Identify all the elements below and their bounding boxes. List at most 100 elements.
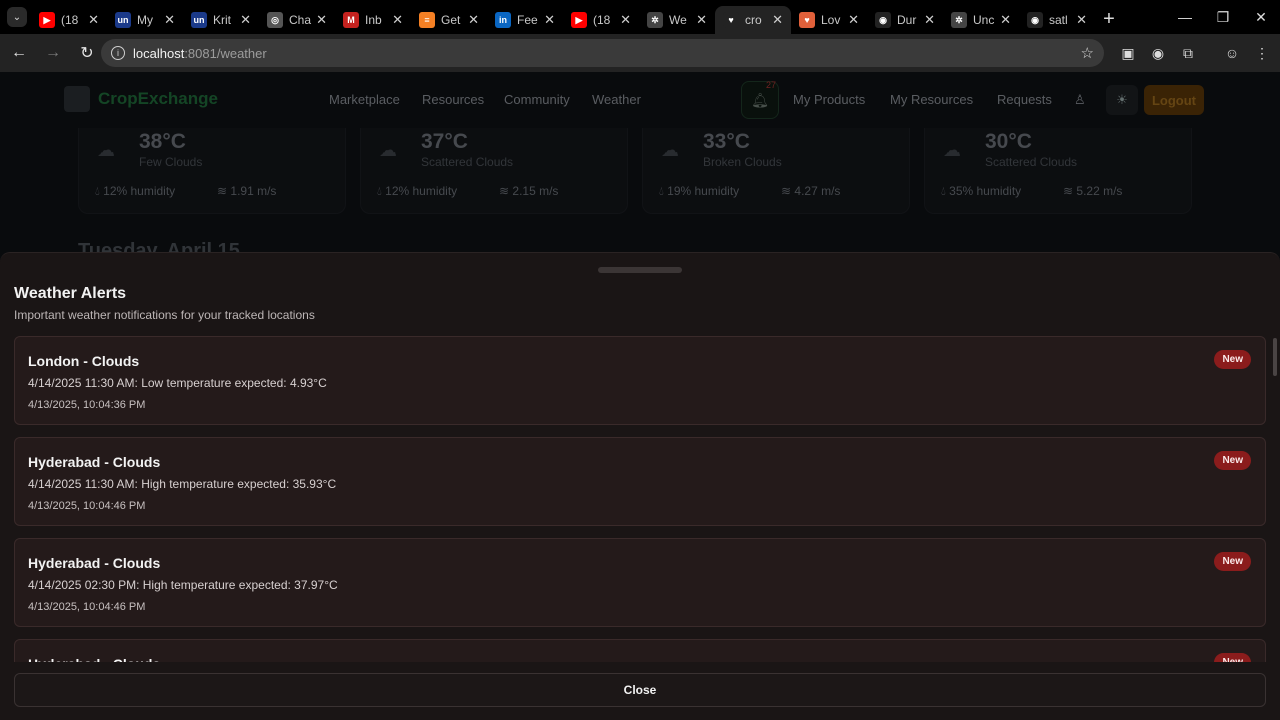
openai-icon: ✲ [951, 12, 967, 28]
close-tab-icon[interactable]: ✕ [1076, 12, 1087, 28]
profile-avatar-icon[interactable]: ☺ [1222, 43, 1242, 63]
close-tab-icon[interactable]: ✕ [924, 12, 935, 28]
tab-title: cro [745, 13, 762, 27]
close-tab-icon[interactable]: ✕ [468, 12, 479, 28]
new-badge: New [1214, 451, 1251, 470]
tab-title: My [137, 13, 153, 27]
browser-tab[interactable]: un Krit ✕ [183, 6, 259, 34]
lovable-icon: ♥ [799, 12, 815, 28]
alert-card[interactable]: Hyderabad - Clouds 4/14/2025 11:30 AM: Hi… [14, 437, 1266, 526]
drawer-subtitle: Important weather notifications for your… [14, 308, 315, 322]
youtube-icon: ▶ [39, 12, 55, 28]
browser-tab[interactable]: ◉ satl ✕ [1019, 6, 1095, 34]
browser-tab[interactable]: ♥ Lov ✕ [791, 6, 867, 34]
tab-title: Lov [821, 13, 841, 27]
tab-title: Inb [365, 13, 382, 27]
alert-title: London - Clouds [28, 353, 140, 369]
unstop-icon: un [115, 12, 131, 28]
tab-title: satl [1049, 13, 1068, 27]
extensions-puzzle-icon[interactable]: ⧉ [1178, 43, 1198, 63]
browser-tab[interactable]: ◎ Cha ✕ [259, 6, 335, 34]
browser-tab[interactable]: un My ✕ [107, 6, 183, 34]
tab-title: Dur [897, 13, 917, 27]
browser-toolbar: ← → ↻ i localhost:8081/weather ☆ [0, 34, 1280, 72]
minimize-icon[interactable]: — [1166, 0, 1204, 34]
close-tab-icon[interactable]: ✕ [164, 12, 175, 28]
close-tab-icon[interactable]: ✕ [696, 12, 707, 28]
alert-title: Hyderabad - Clouds [28, 656, 160, 662]
alerts-list[interactable]: London - Clouds 4/14/2025 11:30 AM: Low t… [14, 336, 1266, 662]
unstop-icon: un [191, 12, 207, 28]
url-path: :8081/weather [184, 45, 267, 61]
globe-icon: ◎ [267, 12, 283, 28]
github-icon: ◉ [875, 12, 891, 28]
heart-icon: ♥ [723, 12, 739, 28]
github-icon: ◉ [1027, 12, 1043, 28]
address-bar[interactable]: i localhost:8081/weather ☆ [101, 39, 1104, 67]
close-tab-icon[interactable]: ✕ [848, 12, 859, 28]
site-info-icon[interactable]: i [111, 46, 125, 60]
tab-title: We [669, 13, 687, 27]
close-tab-icon[interactable]: ✕ [544, 12, 555, 28]
maximize-icon[interactable]: ❐ [1204, 0, 1242, 34]
close-button[interactable]: Close [14, 673, 1266, 707]
alert-message: 4/14/2025 11:30 AM: Low temperature expe… [28, 376, 327, 390]
youtube-icon: ▶ [571, 12, 587, 28]
tab-title: Get [441, 13, 461, 27]
alert-card[interactable]: Hyderabad - Clouds 4/14/2025 02:30 PM: Hi… [14, 538, 1266, 627]
alert-card[interactable]: Hyderabad - Clouds New [14, 639, 1266, 662]
browser-tab[interactable]: ✲ We ✕ [639, 6, 715, 34]
tab-strip: ⌄ ▶ (18 ✕ un My ✕ un Krit ✕ ◎ Cha ✕ M Inb ✕ ≡ Get ✕ in Fee ✕… [0, 0, 1280, 34]
browser-tab[interactable]: ▶ (18 ✕ [31, 6, 107, 34]
close-tab-icon[interactable]: ✕ [240, 12, 251, 28]
tab-title: Fee [517, 13, 538, 27]
close-tab-icon[interactable]: ✕ [620, 12, 631, 28]
linkedin-icon: in [495, 12, 511, 28]
page-scrollbar[interactable] [1273, 338, 1277, 376]
new-badge: New [1214, 653, 1251, 662]
alert-timestamp: 4/13/2025, 10:04:36 PM [28, 399, 146, 411]
alert-message: 4/14/2025 02:30 PM: High temperature exp… [28, 578, 338, 592]
tab-title: (18 [593, 13, 611, 27]
new-badge: New [1214, 552, 1251, 571]
close-tab-icon[interactable]: ✕ [392, 12, 403, 28]
browser-menu-icon[interactable]: ⋮ [1252, 43, 1272, 63]
browser-tab[interactable]: ✲ Unc ✕ [943, 6, 1019, 34]
browser-tab[interactable]: ◉ Dur ✕ [867, 6, 943, 34]
new-badge: New [1214, 350, 1251, 369]
close-tab-icon[interactable]: ✕ [772, 12, 783, 28]
tab-title: Krit [213, 13, 231, 27]
browser-tab[interactable]: M Inb ✕ [335, 6, 411, 34]
alert-card[interactable]: London - Clouds 4/14/2025 11:30 AM: Low t… [14, 336, 1266, 425]
alert-message: 4/14/2025 11:30 AM: High temperature exp… [28, 477, 337, 491]
gmail-icon: M [343, 12, 359, 28]
drawer-drag-handle[interactable] [598, 267, 682, 273]
tab-title: (18 [61, 13, 79, 27]
url-host: localhost [133, 45, 185, 61]
openai-icon: ✲ [647, 12, 663, 28]
close-window-icon[interactable]: ✕ [1242, 0, 1280, 34]
new-tab-button[interactable]: + [1095, 5, 1123, 33]
forward-icon[interactable]: → [38, 38, 68, 68]
tab-title: Unc [973, 13, 995, 27]
browser-tab[interactable]: in Fee ✕ [487, 6, 563, 34]
close-tab-icon[interactable]: ✕ [316, 12, 327, 28]
browser-tab[interactable]: ♥ cro ✕ [715, 6, 791, 34]
close-tab-icon[interactable]: ✕ [88, 12, 99, 28]
alert-timestamp: 4/13/2025, 10:04:46 PM [28, 601, 146, 613]
browser-tab[interactable]: ≡ Get ✕ [411, 6, 487, 34]
drawer-title: Weather Alerts [14, 285, 127, 302]
back-icon[interactable]: ← [4, 38, 34, 68]
browser-tab[interactable]: ▶ (18 ✕ [563, 6, 639, 34]
extension-icon[interactable]: ▣ [1118, 43, 1138, 63]
alert-title: Hyderabad - Clouds [28, 454, 161, 470]
tab-search-chevron-icon[interactable]: ⌄ [7, 7, 27, 27]
stackoverflow-icon: ≡ [419, 12, 435, 28]
close-tab-icon[interactable]: ✕ [1000, 12, 1011, 28]
color-picker-extension-icon[interactable]: ◉ [1148, 43, 1168, 63]
alert-timestamp: 4/13/2025, 10:04:46 PM [28, 500, 146, 512]
alert-title: Hyderabad - Clouds [28, 555, 161, 571]
weather-alerts-drawer: Weather Alerts Important weather notific… [0, 252, 1280, 720]
reload-icon[interactable]: ↻ [72, 38, 102, 68]
bookmark-star-icon[interactable]: ☆ [1081, 44, 1094, 62]
